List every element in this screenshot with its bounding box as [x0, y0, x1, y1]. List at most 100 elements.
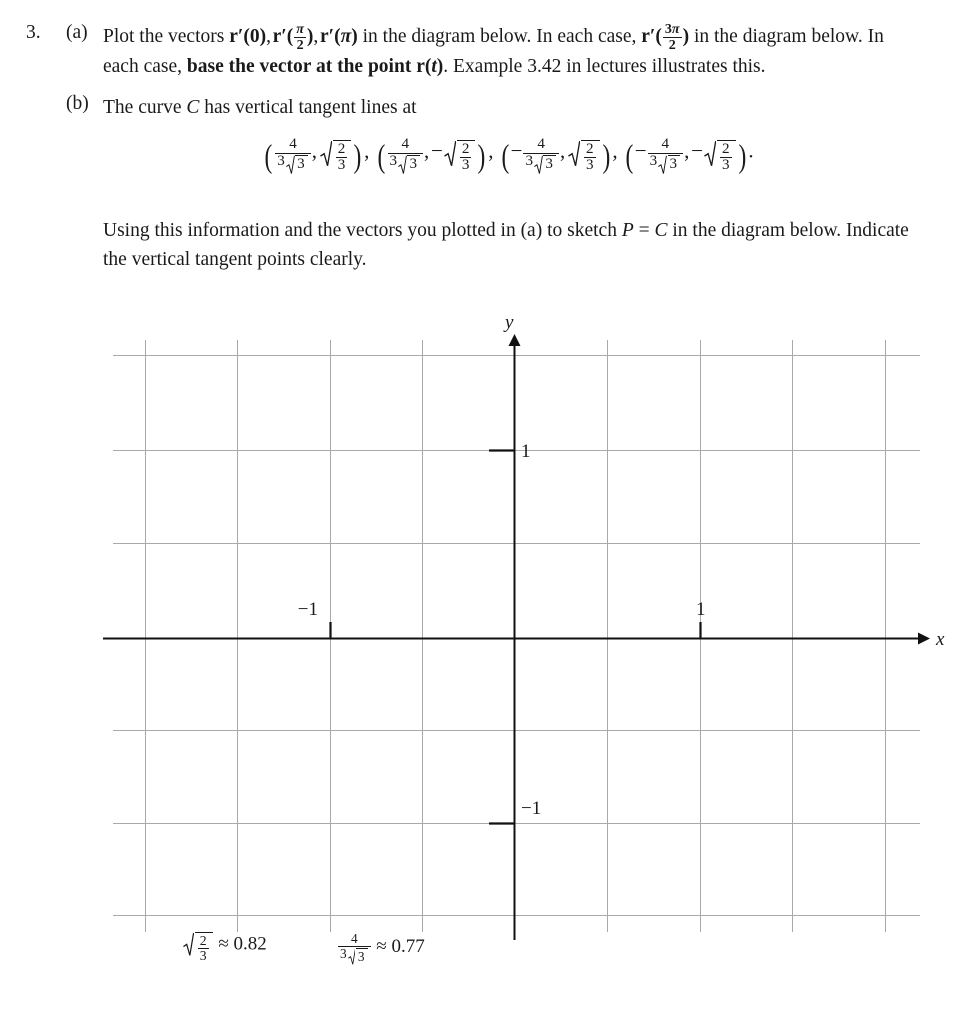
equals-sign: = — [638, 220, 650, 241]
comma-t1: , — [311, 138, 317, 163]
den-3-a: 3 — [335, 157, 348, 174]
num-4-d: 4 — [661, 136, 670, 152]
horizontal-gridlines — [113, 355, 920, 916]
sqrt-2-over-3-a: 23 — [319, 139, 352, 174]
sqrt-2-over-3-b: 23 — [444, 139, 476, 174]
tangent-point-4: (− 4 3 3, −2 3) — [624, 136, 747, 176]
followup-lead: Using this information and the vectors y… — [103, 220, 622, 241]
radicand-3-a: 3 — [295, 155, 308, 173]
close-paren-1: ) — [353, 139, 362, 176]
footnote-2-num: 4 — [350, 931, 358, 946]
comma-sep-3: , — [612, 138, 618, 163]
y-axis — [508, 334, 521, 940]
footnote-2-den: 33 — [338, 945, 371, 965]
y-axis-label: y — [503, 312, 514, 333]
den-3root3-d: 33 — [647, 152, 684, 175]
footnote-four-over-three-root-three: 433 ≈ 0.77 — [337, 931, 425, 965]
x-axis — [103, 632, 930, 645]
close-paren-4: ) — [738, 139, 746, 176]
den-3root3-c: 33 — [523, 152, 559, 175]
sqrt-2-over-3-c: 23 — [568, 139, 600, 174]
part-b-text: The curve C has vertical tangent lines a… — [103, 93, 913, 122]
num-4-b: 4 — [401, 136, 410, 152]
open-paren-1: ( — [264, 139, 273, 176]
minus-t4b: − — [691, 138, 703, 163]
den-3root3-b: 33 — [387, 152, 423, 175]
num-2-b: 2 — [461, 140, 470, 157]
part-a-text: Plot the vectors r′(0), r′(π 2), r′(π) in… — [103, 22, 913, 81]
part-a-mid: in the diagram below. In each case, — [357, 26, 642, 47]
pi-symbol-1: π — [340, 26, 352, 47]
part-b-label: (b) — [66, 93, 89, 114]
comma-1: , — [266, 26, 271, 47]
two-denominator-2: 2 — [662, 36, 682, 53]
cartesian-grid-diagram: x y 1 −1 1 −1 — [0, 300, 974, 960]
den-3-c: 3 — [583, 157, 596, 174]
part-b-followup-text: Using this information and the vectors y… — [103, 216, 913, 274]
curve-c-symbol: C — [186, 97, 200, 118]
radicand-3-b: 3 — [407, 155, 420, 173]
vector-r-prime-pi-over-2: r′(π 2) — [272, 21, 314, 53]
footnote-2-approx: ≈ 0.77 — [376, 935, 425, 957]
close-paren-3: ) — [602, 139, 610, 176]
footnote-1-approx: ≈ 0.82 — [218, 933, 267, 955]
fraction-4-over-3root3-d: 433 — [647, 136, 684, 175]
p-symbol: P — [621, 220, 634, 241]
vertical-tangent-points: (4 3 3, 2 3), (4 3 3, −2 3), (− 4 3 3, 2 3), (− 4 3 3… — [103, 136, 913, 176]
part-a-label: (a) — [66, 22, 88, 43]
den-3-b: 3 — [459, 157, 472, 174]
part-a-lead: Plot the vectors — [103, 26, 230, 47]
tangent-point-3: (− 4 3 3, 2 3) — [500, 136, 612, 176]
three-pi-numerator: 3π — [664, 21, 680, 38]
radicand-3-d: 3 — [667, 155, 681, 173]
pi-numerator-1: π — [296, 21, 304, 38]
minus-t2: − — [431, 138, 443, 163]
num-4-a: 4 — [289, 136, 297, 152]
footnote-2-radicand: 3 — [355, 947, 368, 964]
footnote-1-num: 2 — [199, 933, 207, 948]
vector-r-prime-3pi-over-2: r′(3π 2) — [641, 21, 690, 53]
curve-c-symbol-2: C — [654, 220, 668, 241]
y-tick-label-positive: 1 — [521, 441, 531, 462]
comma-sep-2: , — [488, 138, 494, 163]
part-b-lead-2: has vertical tangent lines at — [199, 97, 417, 118]
comma-sep-1: , — [364, 138, 370, 163]
num-4-c: 4 — [537, 136, 545, 152]
question-number: 3. — [26, 22, 41, 43]
t-symbol-1: t — [431, 56, 437, 78]
sqrt-2-over-3-footnote: 23 — [183, 932, 213, 963]
num-2-a: 2 — [337, 140, 346, 157]
tangent-point-2: (4 3 3, −2 3) — [376, 136, 488, 176]
close-paren-2: ) — [477, 139, 486, 176]
tangent-point-1: (4 3 3, 2 3) — [263, 136, 363, 176]
num-2-c: 2 — [585, 140, 594, 157]
radicand-3-c: 3 — [543, 155, 556, 173]
footnote-1-den: 3 — [197, 948, 209, 964]
x-tick-label-negative: −1 — [298, 599, 318, 620]
part-a-tail: . Example 3.42 in lectures illustrates t… — [443, 56, 766, 78]
comma-t2: , — [424, 138, 430, 163]
vector-r-prime-0: r′(0) — [229, 26, 267, 47]
open-paren-3: ( — [501, 139, 510, 176]
period-end: . — [748, 138, 754, 163]
num-2-d: 2 — [721, 140, 730, 157]
fraction-4-over-3root3-c: 433 — [523, 136, 559, 175]
minus-t4a: − — [634, 138, 647, 163]
fraction-4-over-3root3-a: 433 — [275, 136, 311, 175]
vector-r-prime-pi: r′(π) — [319, 26, 358, 47]
minus-t3: − — [510, 138, 523, 163]
x-tick-label-positive: 1 — [696, 599, 706, 620]
den-3root3-a: 33 — [275, 152, 311, 175]
y-tick-label-negative: −1 — [521, 798, 541, 819]
open-paren-4: ( — [625, 139, 634, 176]
comma-2: , — [313, 26, 319, 47]
comma-t3: , — [559, 138, 566, 163]
part-b-lead-1: The curve — [103, 97, 187, 118]
footnote-sqrt-two-thirds: 23 ≈ 0.82 — [182, 932, 267, 963]
footnote-2-fraction: 433 — [338, 931, 371, 965]
fraction-4-over-3root3-b: 433 — [387, 136, 423, 175]
two-denominator-1: 2 — [294, 36, 306, 53]
part-a-bold-instruction: base the vector at the point r(t) — [186, 56, 444, 78]
open-paren-2: ( — [377, 139, 385, 176]
den-3-d: 3 — [719, 157, 732, 174]
